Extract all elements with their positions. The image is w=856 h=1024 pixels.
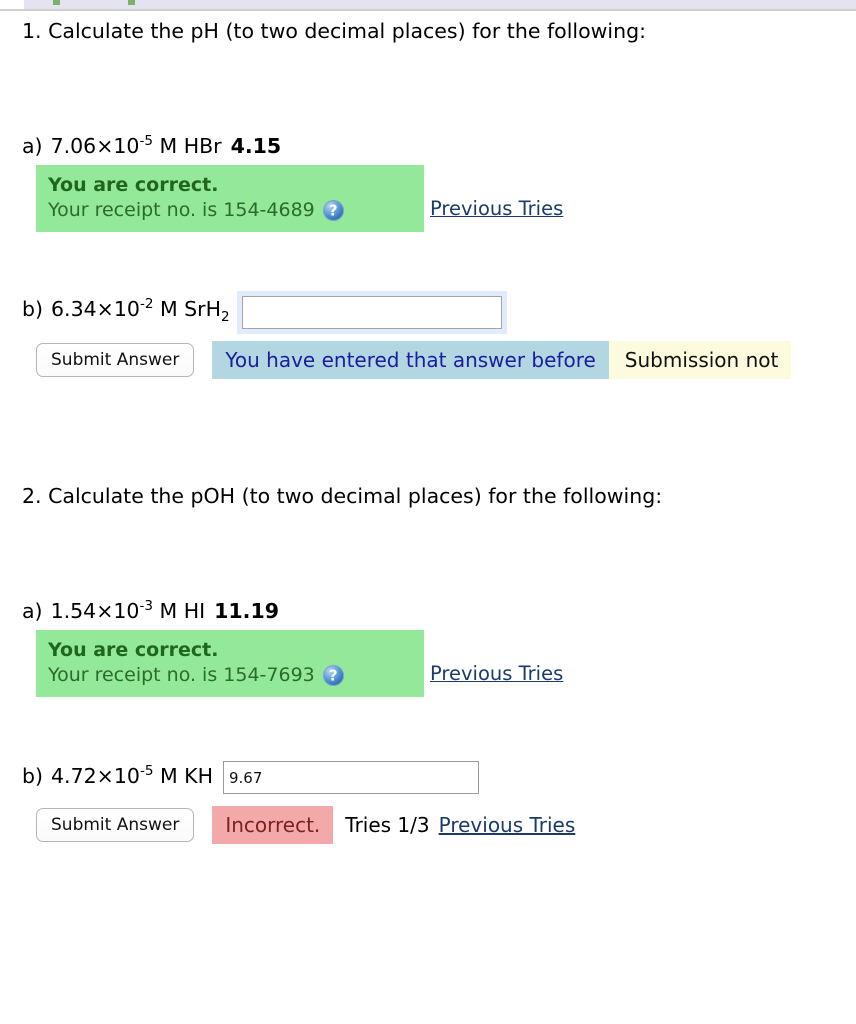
problem-1-part-b: b) 6.34×10-2 M SrH2 Submit Answer You ha… — [0, 296, 856, 379]
problem-1a-submitted-answer: 4.15 — [230, 134, 282, 158]
problem-1a-receipt-text: Your receipt no. is 154-4689 — [48, 199, 315, 221]
problem-1b-species-subscript: 2 — [221, 309, 230, 326]
problem-2a-correct-banner: You are correct. Your receipt no. is 154… — [36, 630, 424, 697]
problem-2b-tries-row: Tries 1/3 Previous Tries — [345, 806, 575, 844]
problem-1a-concentration: 7.06×10-5 M HBr — [50, 133, 222, 158]
problem-1b-duplicate-answer-message: You have entered that answer before — [212, 341, 609, 379]
toolbar-green-marker-icon — [128, 0, 135, 5]
problem-2a-receipt-line: Your receipt no. is 154-7693 — [48, 663, 412, 688]
toolbar-left-gutter — [0, 0, 24, 9]
problem-1b-concentration: 6.34×10-2 M SrH2 — [51, 296, 230, 326]
truncated-toolbar-strip — [0, 0, 856, 11]
problem-2-prompt: 2. Calculate the pOH (to two decimal pla… — [22, 484, 663, 508]
problem-2b-label: b) — [22, 763, 44, 788]
problem-2b-exponent: -5 — [139, 762, 154, 779]
problem-1a-exponent: -5 — [139, 133, 153, 150]
problem-2b-answer-input[interactable] — [223, 761, 479, 794]
problem-1a-receipt-line: Your receipt no. is 154-4689 — [48, 198, 412, 223]
problem-1a-correct-banner: You are correct. Your receipt no. is 154… — [36, 165, 424, 232]
problem-2b-concentration: 4.72×10-5 M KH — [51, 762, 213, 788]
problem-2b-question-line: b) 4.72×10-5 M KH — [22, 761, 856, 794]
question-mark-icon[interactable] — [322, 665, 344, 686]
problem-2a-exponent: -3 — [139, 598, 153, 615]
problem-2a-previous-tries-link[interactable]: Previous Tries — [430, 661, 563, 686]
problem-2b-submit-row: Submit Answer Incorrect. Tries 1/3 Previ… — [36, 806, 856, 844]
problem-2a-submitted-answer: 11.19 — [214, 599, 279, 623]
problem-1a-previous-tries-link[interactable]: Previous Tries — [430, 196, 563, 221]
problem-2-part-b: b) 4.72×10-5 M KH Submit Answer Incorrec… — [0, 761, 856, 844]
problem-1-part-a: a) 7.06×10-5 M HBr 4.15 You are correct.… — [0, 133, 856, 232]
toolbar-green-marker-icon — [53, 0, 60, 5]
problem-1b-label: b) — [22, 297, 44, 321]
problem-1a-label: a) — [22, 134, 43, 158]
problem-2a-species: M HI — [152, 599, 206, 623]
problem-2b-species: M KH — [153, 763, 213, 788]
problem-2b-previous-tries-link[interactable]: Previous Tries — [439, 813, 576, 837]
problem-1b-question-line: b) 6.34×10-2 M SrH2 — [22, 296, 856, 329]
problem-2: 2. Calculate the pOH (to two decimal pla… — [0, 483, 856, 844]
problem-2a-label: a) — [22, 599, 43, 623]
problem-2-part-a: a) 1.54×10-3 M HI 11.19 You are correct.… — [0, 598, 856, 697]
problem-1-prompt: 1. Calculate the pH (to two decimal plac… — [22, 19, 647, 43]
problem-2a-correct-heading: You are correct. — [48, 639, 219, 661]
problem-2a-question-line: a) 1.54×10-3 M HI 11.19 — [22, 598, 856, 624]
problem-1: 1. Calculate the pH (to two decimal plac… — [0, 18, 856, 379]
problem-2a-receipt-text: Your receipt no. is 154-7693 — [48, 664, 315, 686]
problem-2b-tries-count: Tries 1/3 — [345, 813, 430, 837]
problem-1b-species: M SrH — [153, 297, 221, 321]
problem-1b-answer-input[interactable] — [241, 296, 502, 329]
problem-1a-question-line: a) 7.06×10-5 M HBr 4.15 — [22, 133, 856, 159]
problem-2a-concentration: 1.54×10-3 M HI — [50, 598, 206, 623]
problem-1b-submit-answer-button[interactable]: Submit Answer — [36, 343, 195, 377]
problem-2b-submit-answer-button[interactable]: Submit Answer — [36, 808, 195, 842]
question-mark-icon[interactable] — [322, 200, 344, 221]
problem-1b-submit-row: Submit Answer You have entered that answ… — [36, 341, 856, 379]
problem-1b-exponent: -2 — [139, 296, 154, 313]
problem-2b-incorrect-message: Incorrect. — [212, 806, 334, 844]
problem-1a-result-row: You are correct. Your receipt no. is 154… — [36, 165, 856, 232]
problem-1b-submission-note-message: Submission not — [608, 341, 792, 379]
assignment-page: 1. Calculate the pH (to two decimal plac… — [0, 11, 856, 844]
problem-1a-correct-heading: You are correct. — [48, 174, 219, 196]
problem-2a-result-row: You are correct. Your receipt no. is 154… — [36, 630, 856, 697]
problem-1a-species: M HBr — [152, 134, 222, 158]
